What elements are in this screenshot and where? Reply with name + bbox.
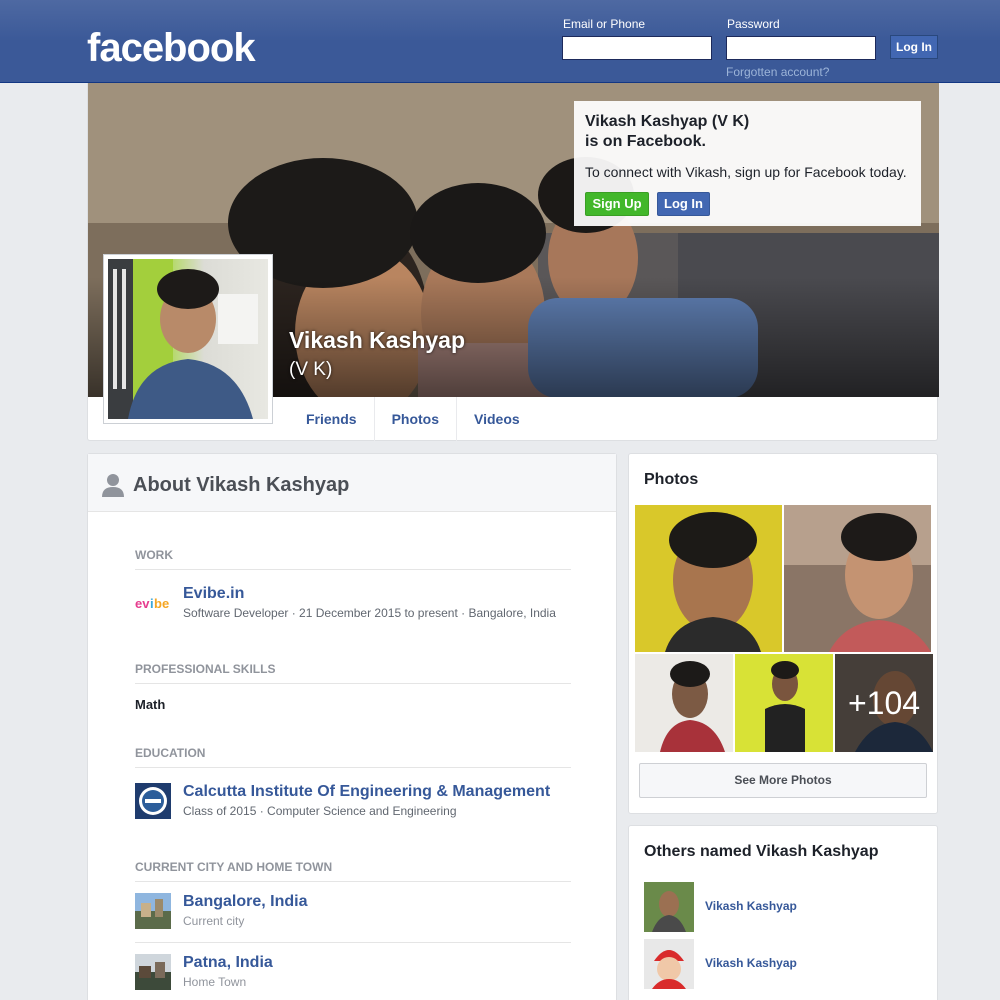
more-photos-count[interactable]: +104: [835, 654, 933, 752]
photo-thumbnail-more[interactable]: +104: [835, 654, 933, 752]
profile-name[interactable]: Vikash Kashyap: [289, 327, 465, 354]
bangalore-thumbnail[interactable]: [135, 893, 171, 929]
work-company-link[interactable]: Evibe.in: [183, 585, 244, 603]
places-section-label: CURRENT CITY AND HOME TOWN: [135, 860, 571, 882]
password-label: Password: [727, 17, 780, 31]
avatar[interactable]: [644, 939, 694, 989]
about-header: About Vikash Kashyap: [88, 454, 616, 512]
person-icon: [102, 473, 124, 502]
prompt-login-button[interactable]: Log In: [657, 192, 710, 216]
about-title: About Vikash Kashyap: [133, 474, 350, 496]
tab-videos[interactable]: Videos: [457, 397, 537, 441]
signup-prompt-title-line1: Vikash Kashyap (V K): [585, 113, 750, 130]
profile-cover-card: Vikash Kashyap (V K) Vikash Kashyap (V K…: [87, 83, 939, 441]
places-divider: [135, 942, 571, 943]
svg-text:be: be: [154, 596, 169, 611]
photo-thumbnail[interactable]: [635, 654, 733, 752]
signup-prompt-description: To connect with Vikash, sign up for Face…: [585, 164, 907, 180]
others-named-card: Others named Vikash Kashyap Vikash Kashy…: [628, 825, 938, 1000]
skill-item: Math: [135, 697, 166, 712]
patna-thumbnail[interactable]: [135, 954, 171, 990]
profile-alternate-name: (V K): [289, 359, 333, 380]
about-card: About Vikash Kashyap WORK ev i be Evibe.…: [87, 453, 617, 1000]
home-town-type: Home Town: [183, 975, 247, 989]
signup-prompt-title-line2: is on Facebook.: [585, 133, 706, 150]
header-login-button[interactable]: Log In: [890, 35, 938, 59]
photos-card: Photos +104 See More Photos: [628, 453, 938, 814]
tab-photos[interactable]: Photos: [375, 397, 458, 441]
photo-thumbnail[interactable]: [735, 654, 833, 752]
see-more-photos-button[interactable]: See More Photos: [639, 763, 927, 798]
photo-thumbnail[interactable]: [635, 505, 782, 652]
work-details: Software Developer · 21 December 2015 to…: [183, 606, 556, 620]
home-town-link[interactable]: Patna, India: [183, 954, 273, 972]
evibe-logo[interactable]: ev i be: [135, 585, 171, 621]
email-label: Email or Phone: [563, 17, 646, 31]
profile-picture[interactable]: [103, 254, 273, 424]
sign-up-button[interactable]: Sign Up: [585, 192, 649, 216]
avatar[interactable]: [644, 882, 694, 932]
photo-thumbnail[interactable]: [784, 505, 931, 652]
other-person-name[interactable]: Vikash Kashyap: [705, 956, 797, 970]
profile-picture-image: [108, 259, 268, 419]
school-logo[interactable]: [135, 783, 171, 819]
education-details: Class of 2015 · Computer Science and Eng…: [183, 804, 457, 818]
education-section-label: EDUCATION: [135, 746, 571, 768]
email-field[interactable]: [562, 36, 712, 60]
photos-title[interactable]: Photos: [644, 471, 698, 489]
forgotten-account-link[interactable]: Forgotten account?: [726, 65, 829, 79]
skills-section-label: PROFESSIONAL SKILLS: [135, 662, 571, 684]
school-link[interactable]: Calcutta Institute Of Engineering & Mana…: [183, 783, 550, 801]
profile-nav-tabs: Friends Photos Videos: [289, 397, 537, 441]
others-named-title: Others named Vikash Kashyap: [644, 843, 879, 860]
current-city-type: Current city: [183, 914, 245, 928]
current-city-link[interactable]: Bangalore, India: [183, 893, 307, 911]
facebook-logo[interactable]: facebook: [87, 24, 256, 72]
work-section-label: WORK: [135, 548, 571, 570]
top-bar: facebook Email or Phone Password Log In …: [0, 0, 1000, 83]
tab-friends[interactable]: Friends: [289, 397, 375, 441]
password-field[interactable]: [726, 36, 876, 60]
profile-picture-illustration: [108, 259, 258, 419]
other-person-name[interactable]: Vikash Kashyap: [705, 899, 797, 913]
signup-prompt: Vikash Kashyap (V K) is on Facebook. To …: [574, 101, 921, 226]
svg-text:ev: ev: [135, 596, 150, 611]
